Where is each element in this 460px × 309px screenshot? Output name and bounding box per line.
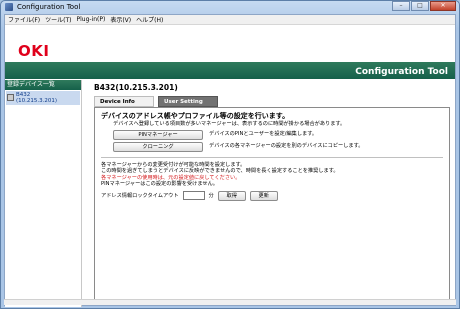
- tab-user-setting[interactable]: User Setting: [158, 96, 218, 107]
- section-note: デバイスへ登録している項目数が多いマネージャーは、表示するのに時間が掛かる場合が…: [113, 121, 346, 127]
- menu-file[interactable]: ファイル(F): [8, 15, 40, 24]
- main-content: B432(10.215.3.201) Device Info User Sett…: [85, 83, 455, 307]
- tab-device-info[interactable]: Device Info: [94, 96, 154, 107]
- device-ip: (10.215.3.201): [16, 98, 58, 104]
- oki-logo: OKI: [18, 42, 50, 60]
- maximize-icon[interactable]: □: [411, 1, 429, 11]
- info-text-2: この時間を過ぎてしまうとデバイスに反映ができませんので、時間を長く設定することを…: [101, 168, 339, 175]
- app-icon: [5, 3, 13, 11]
- device-sidebar: 登録デバイス一覧 B432 (10.215.3.201): [5, 80, 82, 307]
- timeout-input[interactable]: [182, 191, 205, 201]
- printer-icon: [7, 94, 14, 101]
- cloning-button[interactable]: クローニング: [113, 141, 203, 152]
- status-bar: [4, 299, 456, 305]
- device-title: B432(10.215.3.201): [94, 83, 178, 92]
- update-button[interactable]: 更新: [249, 190, 278, 201]
- divider: [101, 156, 443, 158]
- close-icon[interactable]: ✕: [430, 1, 456, 11]
- minimize-icon[interactable]: –: [392, 1, 410, 11]
- sidebar-header: 登録デバイス一覧: [5, 80, 81, 90]
- info-text-3: PINマネージャーはこの設定の影響を受けません。: [101, 181, 218, 188]
- pin-manager-button[interactable]: PINマネージャー: [113, 129, 203, 140]
- app-window: Configuration Tool – □ ✕ ファイル(F) ツール(T) …: [0, 0, 460, 309]
- menu-help[interactable]: ヘルプ(H): [136, 15, 163, 24]
- menu-plugin[interactable]: Plug-in(P): [77, 16, 106, 23]
- pin-manager-description: デバイスのPINとユーザーを設定/編集します。: [209, 131, 318, 138]
- settings-panel: デバイスのアドレス帳やプロファイル等の設定を行います。 デバイスへ登録している項…: [94, 107, 450, 303]
- title-bar: Configuration Tool – □ ✕: [1, 1, 459, 13]
- tab-bar: Device Info User Setting: [94, 96, 455, 107]
- client-area: ファイル(F) ツール(T) Plug-in(P) 表示(V) ヘルプ(H) O…: [4, 14, 456, 307]
- section-title: デバイスのアドレス帳やプロファイル等の設定を行います。: [101, 112, 290, 120]
- timeout-row: アドレス情報ロックタイムアウト 分 取得 更新: [101, 190, 443, 201]
- banner-title: Configuration Tool: [355, 67, 448, 77]
- window-controls: – □ ✕: [392, 1, 456, 11]
- get-button[interactable]: 取得: [217, 190, 246, 201]
- timeout-unit: 分: [208, 192, 214, 199]
- header-banner: OKI Configuration Tool: [5, 25, 455, 79]
- window-title: Configuration Tool: [17, 3, 81, 11]
- menu-bar: ファイル(F) ツール(T) Plug-in(P) 表示(V) ヘルプ(H): [5, 15, 455, 25]
- timeout-label: アドレス情報ロックタイムアウト: [101, 192, 179, 199]
- device-list-item[interactable]: B432 (10.215.3.201): [6, 91, 80, 105]
- menu-view[interactable]: 表示(V): [110, 15, 131, 24]
- menu-tools[interactable]: ツール(T): [45, 15, 71, 24]
- cloning-description: デバイスの各マネージャーの設定を別のデバイスにコピーします。: [209, 143, 364, 150]
- banner-bar: Configuration Tool: [5, 62, 455, 79]
